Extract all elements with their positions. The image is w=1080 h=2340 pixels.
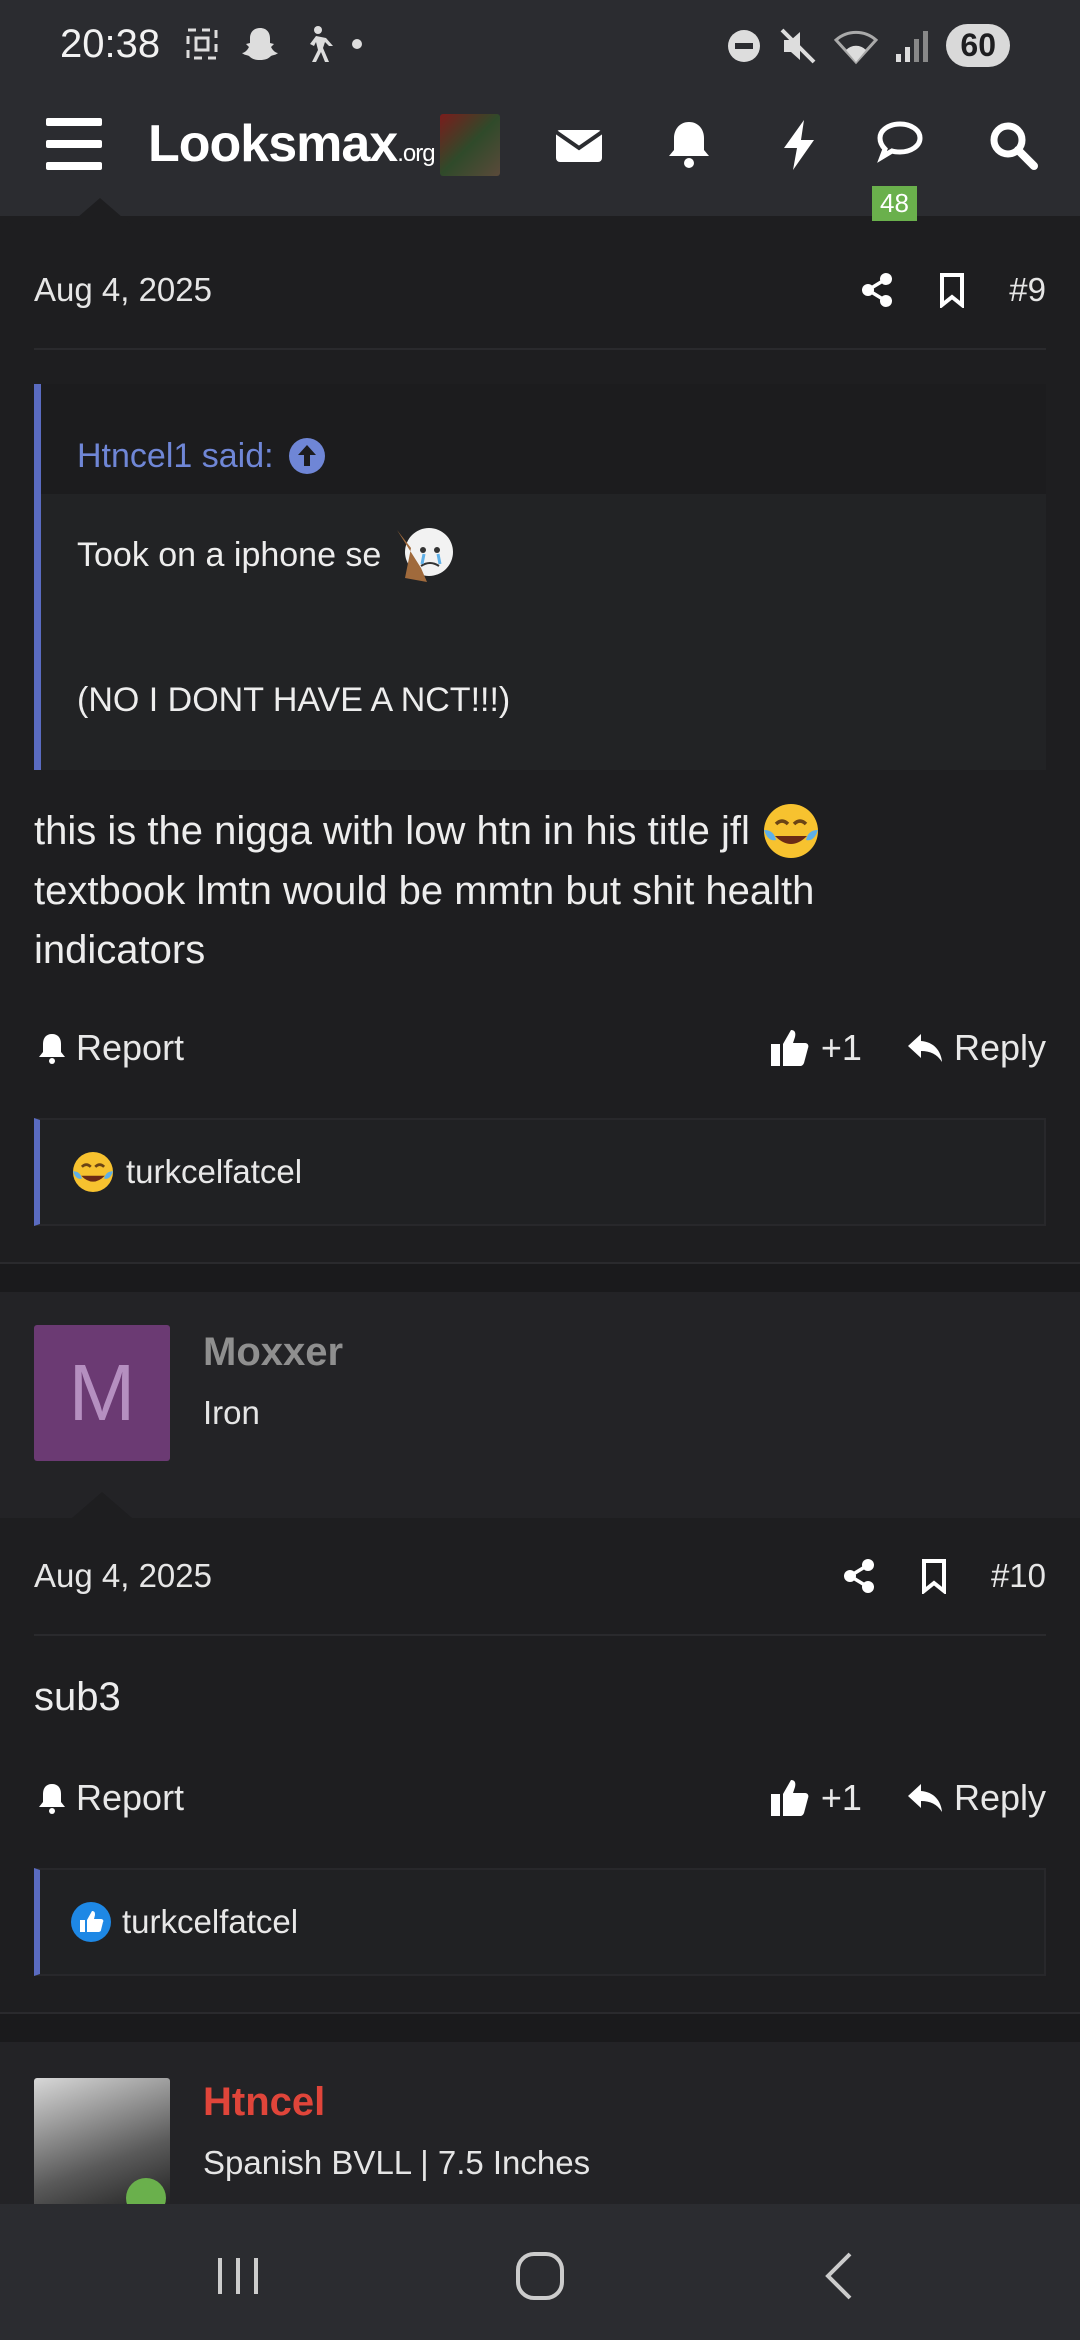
system-nav-bar bbox=[0, 2204, 1080, 2340]
reply-button[interactable]: Reply bbox=[906, 1777, 1046, 1819]
bookmark-icon[interactable] bbox=[937, 272, 967, 308]
user-block-moxxer: M Moxxer Iron bbox=[0, 1292, 1080, 1518]
notification-badge: 48 bbox=[872, 186, 917, 221]
reaction-user[interactable]: turkcelfatcel bbox=[122, 1903, 298, 1941]
wifi-icon bbox=[834, 30, 879, 64]
share-icon[interactable] bbox=[841, 1558, 877, 1594]
quote-body: Took on a iphone se (NO I DONT HAVE A NC… bbox=[41, 494, 1046, 749]
reply-button[interactable]: Reply bbox=[906, 1027, 1046, 1069]
snapchat-icon bbox=[242, 28, 278, 60]
reactions-bar-9[interactable]: turkcelfatcel bbox=[34, 1118, 1046, 1226]
app-header: Looksmax.org 48 bbox=[0, 74, 1080, 221]
post-number[interactable]: #10 bbox=[991, 1557, 1046, 1595]
post-actions-10: Report +1 Reply bbox=[34, 1768, 1046, 1828]
bell-icon bbox=[39, 1784, 65, 1814]
post-meta-10: Aug 4, 2025 #10 bbox=[34, 1518, 1046, 1636]
username[interactable]: Moxxer bbox=[203, 1330, 343, 1375]
search-icon[interactable] bbox=[984, 116, 1042, 174]
status-time: 20:38 bbox=[60, 22, 161, 66]
avatar[interactable]: M bbox=[34, 1325, 170, 1461]
header-notch bbox=[70, 198, 130, 224]
quote-block: Htncel1 said: Took on a iphone se (NO I … bbox=[34, 384, 1046, 770]
walking-icon bbox=[310, 26, 333, 62]
recent-apps-icon[interactable] bbox=[208, 2246, 268, 2306]
mail-icon[interactable] bbox=[550, 116, 608, 174]
like-button[interactable]: +1 bbox=[769, 1777, 862, 1819]
post-date[interactable]: Aug 4, 2025 bbox=[34, 271, 212, 309]
battery-indicator: 60 bbox=[946, 24, 1010, 67]
reply-icon bbox=[907, 1034, 942, 1062]
post-actions-9: Report +1 Reply bbox=[34, 1018, 1046, 1078]
post-date[interactable]: Aug 4, 2025 bbox=[34, 1557, 212, 1595]
tears-of-joy-emoji bbox=[763, 804, 818, 858]
lightning-icon[interactable] bbox=[770, 116, 828, 174]
thumbs-up-icon bbox=[770, 1780, 809, 1816]
reply-icon bbox=[907, 1784, 942, 1812]
chat-icon[interactable] bbox=[872, 116, 930, 174]
avatar[interactable] bbox=[440, 114, 500, 176]
post-divider bbox=[0, 1262, 1080, 1292]
status-left-icons bbox=[182, 24, 362, 64]
reaction-user[interactable]: turkcelfatcel bbox=[126, 1153, 302, 1191]
crying-wojak-emoji bbox=[397, 528, 454, 582]
like-reaction-icon bbox=[71, 1902, 111, 1942]
status-bar: 20:38 60 bbox=[0, 0, 1080, 74]
post-number[interactable]: #9 bbox=[1009, 271, 1046, 309]
post-notch bbox=[72, 1492, 132, 1518]
thumbs-up-icon bbox=[770, 1030, 809, 1066]
screenshot-icon bbox=[186, 28, 218, 60]
dot-icon bbox=[352, 39, 362, 49]
bookmark-icon[interactable] bbox=[919, 1558, 949, 1594]
user-title: Spanish BVLL | 7.5 Inches bbox=[203, 2144, 591, 2181]
status-right-icons: 60 bbox=[726, 24, 1010, 67]
bell-icon bbox=[39, 1034, 65, 1064]
report-button[interactable]: Report bbox=[34, 1777, 184, 1819]
tears-of-joy-emoji bbox=[72, 1151, 114, 1193]
arrow-up-circle-icon[interactable] bbox=[288, 437, 326, 475]
reactions-bar-10[interactable]: turkcelfatcel bbox=[34, 1868, 1046, 1976]
avatar[interactable] bbox=[34, 2078, 170, 2218]
post-divider bbox=[0, 2012, 1080, 2042]
username[interactable]: Htncel bbox=[203, 2080, 325, 2125]
home-icon[interactable] bbox=[510, 2246, 570, 2306]
signal-icon bbox=[896, 30, 929, 62]
dnd-icon bbox=[728, 29, 761, 62]
post-body-10: sub3 bbox=[34, 1675, 121, 1719]
bell-icon[interactable] bbox=[660, 116, 718, 174]
report-button[interactable]: Report bbox=[34, 1027, 184, 1069]
quote-author[interactable]: Htncel1 said: bbox=[41, 384, 1046, 494]
mute-icon bbox=[780, 28, 816, 63]
site-logo[interactable]: Looksmax.org bbox=[148, 114, 436, 174]
user-title: Iron bbox=[203, 1394, 260, 1431]
like-button[interactable]: +1 bbox=[769, 1027, 862, 1069]
menu-icon[interactable] bbox=[46, 118, 102, 170]
back-icon[interactable] bbox=[812, 2246, 872, 2306]
post-body-9: this is the nigga with low htn in his ti… bbox=[34, 800, 1034, 980]
share-icon[interactable] bbox=[859, 272, 895, 308]
post-meta-9: Aug 4, 2025 #9 bbox=[34, 232, 1046, 350]
